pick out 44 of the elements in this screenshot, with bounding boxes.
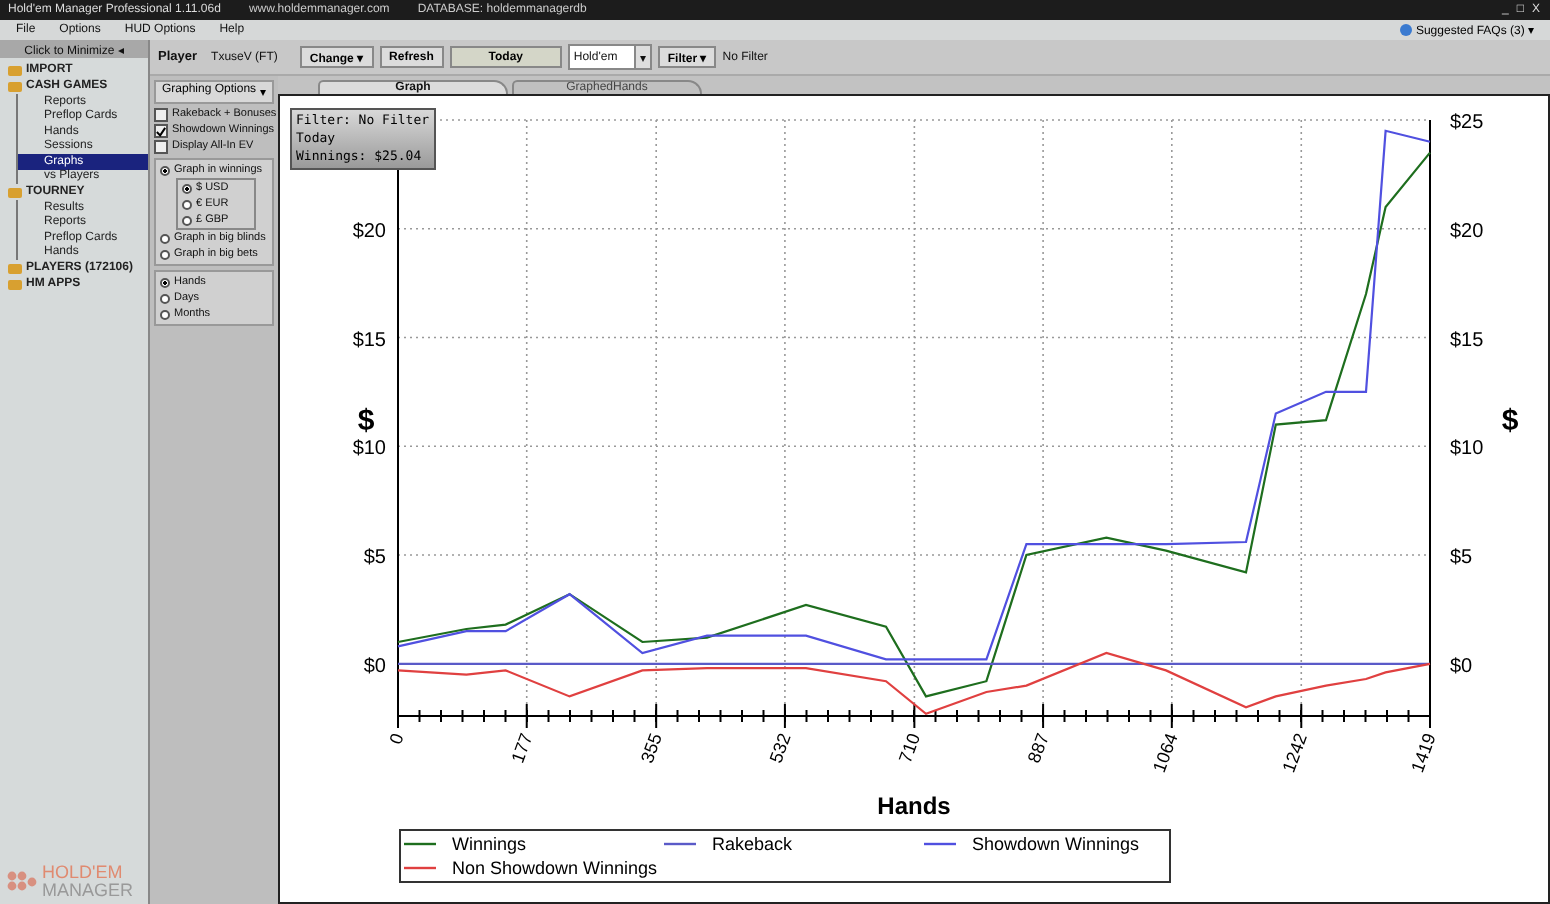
logo-icon: [6, 870, 38, 894]
checkbox[interactable]: [154, 107, 168, 121]
y-axis-title: $: [357, 404, 375, 438]
y-tick-label: $5: [363, 547, 386, 570]
radio-button[interactable]: [182, 215, 192, 225]
legend-label: Winnings: [452, 834, 527, 854]
legend-label: Non Showdown Winnings: [452, 858, 658, 878]
legend-label: Rakeback: [712, 834, 793, 854]
folder-icon: [8, 187, 22, 197]
x-tick-label: 1242: [1278, 730, 1312, 775]
x-tick-label: 1064: [1149, 730, 1182, 775]
x-tick-label: 0: [385, 730, 408, 747]
y-tick-label: $0: [1450, 655, 1473, 678]
x-tick-label: 710: [895, 730, 925, 766]
x-tick-label: 177: [507, 730, 537, 766]
y-tick-label: $5: [1450, 547, 1473, 570]
checkbox[interactable]: [154, 123, 168, 137]
logo-text: MANAGER: [42, 882, 134, 900]
radio-button[interactable]: [160, 165, 170, 175]
x-tick-label: 355: [636, 730, 666, 766]
help-icon: [1399, 24, 1412, 36]
y-tick-label: $0: [363, 655, 386, 678]
logo-text: HOLD'EM: [42, 864, 125, 882]
y-tick-label: $20: [352, 220, 386, 243]
x-tick-label: 532: [765, 730, 795, 766]
x-tick-label: 1419: [1407, 730, 1440, 775]
y-tick-label: $10: [1450, 438, 1484, 461]
radio-button[interactable]: [160, 249, 170, 259]
y-tick-label: $20: [1450, 220, 1484, 243]
legend-label: Showdown Winnings: [972, 834, 1140, 854]
y-tick-label: $15: [352, 329, 386, 352]
radio-button[interactable]: [182, 183, 192, 193]
x-tick-label: 887: [1023, 730, 1053, 766]
radio-button[interactable]: [160, 233, 170, 243]
y-tick-label: $10: [352, 438, 386, 461]
radio-button[interactable]: [160, 293, 170, 303]
radio-button[interactable]: [160, 277, 170, 287]
y-tick-label: $25: [1450, 112, 1484, 134]
y-tick-label: $15: [1450, 329, 1484, 352]
radio-button[interactable]: [160, 309, 170, 319]
y-axis-title: $: [1501, 404, 1519, 438]
x-axis-title: Hands: [877, 792, 951, 820]
radio-button[interactable]: [182, 199, 192, 209]
checkbox[interactable]: [154, 139, 168, 153]
